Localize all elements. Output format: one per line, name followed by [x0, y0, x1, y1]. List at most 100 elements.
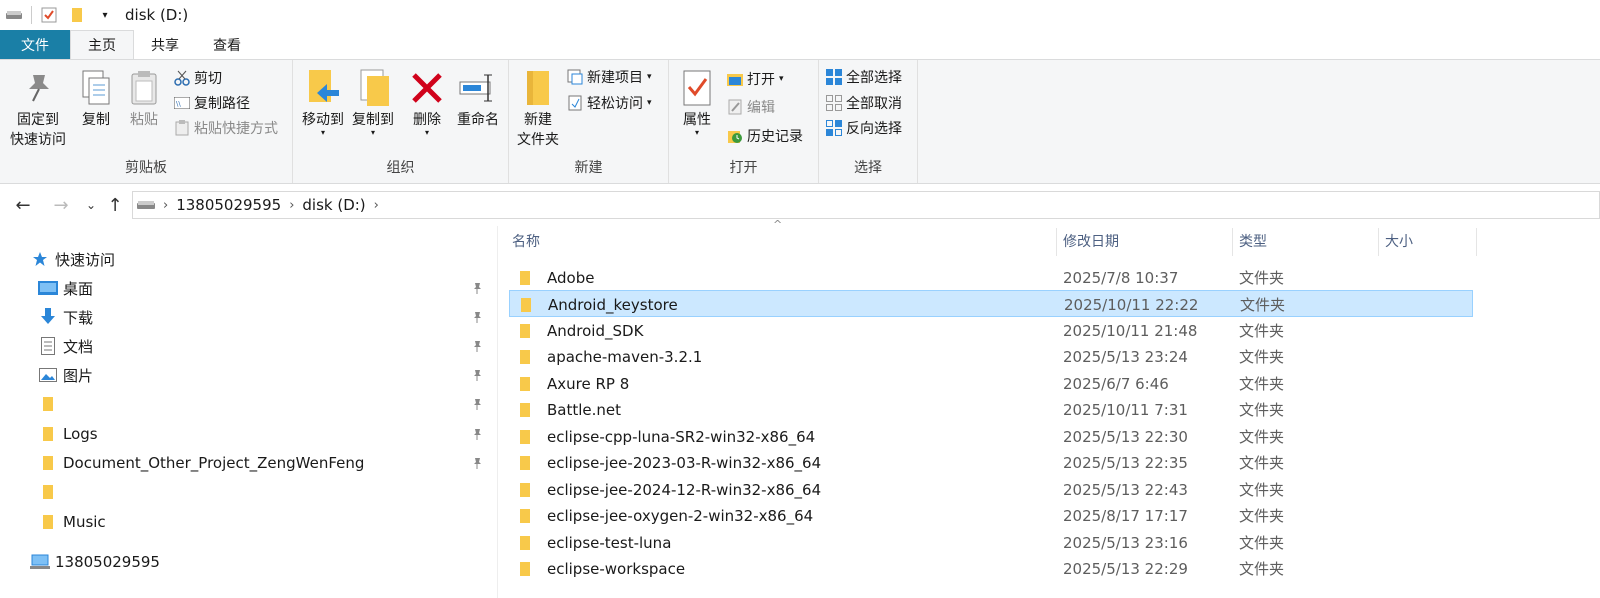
nav-item-downloads[interactable]: 下载: [0, 303, 498, 331]
delete-dropdown-icon: ▾: [424, 128, 429, 137]
folder-icon: [38, 513, 58, 531]
file-row[interactable]: Axure RP 8 2025/6/7 6:46 文件夹: [509, 370, 1473, 397]
nav-item-pictures[interactable]: 图片: [0, 361, 498, 389]
pane-divider[interactable]: [497, 226, 498, 598]
new-folder-icon[interactable]: [68, 6, 86, 24]
folder-icon: [38, 483, 58, 501]
nav-quick-access[interactable]: 快速访问: [0, 245, 498, 273]
file-row[interactable]: eclipse-jee-oxygen-2-win32-x86_64 2025/8/…: [509, 502, 1473, 529]
rename-button[interactable]: 重命名: [451, 66, 505, 130]
copy-button[interactable]: 复制: [74, 66, 118, 130]
select-all-button[interactable]: 全部选择: [825, 66, 902, 88]
file-row[interactable]: eclipse-jee-2023-03-R-win32-x86_64 2025/5…: [509, 449, 1473, 476]
forward-arrow-icon[interactable]: →: [50, 194, 72, 216]
file-row[interactable]: apache-maven-3.2.1 2025/5/13 23:24 文件夹: [509, 343, 1473, 370]
file-row[interactable]: Android_SDK 2025/10/11 21:48 文件夹: [509, 317, 1473, 344]
file-type: 文件夹: [1240, 296, 1286, 314]
column-separator[interactable]: [1378, 228, 1379, 256]
open-button[interactable]: 打开 ▾: [726, 68, 784, 90]
file-row[interactable]: Battle.net 2025/10/11 7:31 文件夹: [509, 396, 1473, 423]
breadcrumb-chevron-icon[interactable]: ›: [289, 198, 294, 213]
nav-quick-access-label: 快速访问: [55, 250, 116, 269]
nav-item-music[interactable]: Music: [0, 508, 498, 536]
pin-icon[interactable]: [470, 456, 484, 470]
pin-quick-access-button[interactable]: 固定到 快速访问: [6, 66, 70, 150]
column-separator[interactable]: [1056, 228, 1057, 256]
properties-check-icon[interactable]: [40, 6, 58, 24]
nav-this-pc[interactable]: 13805029595: [0, 548, 498, 576]
file-explorer-window: { "window": {"title": "disk (D:)"}, "tab…: [0, 0, 1600, 598]
nav-item-folder[interactable]: [0, 478, 498, 506]
breadcrumb-drive[interactable]: disk (D:): [302, 196, 365, 214]
paste-button[interactable]: 粘贴: [122, 66, 166, 130]
new-folder-button[interactable]: 新建 文件夹: [513, 66, 563, 150]
nav-item-logs[interactable]: Logs: [0, 420, 498, 448]
column-header-type[interactable]: 类型: [1236, 228, 1376, 254]
tab-share[interactable]: 共享: [134, 30, 196, 59]
ribbon: 固定到 快速访问 复制 粘贴 剪切 \\ 复制路径 粘贴快捷方式 剪贴板 移动到…: [0, 59, 1600, 184]
pin-icon[interactable]: [470, 368, 484, 382]
nav-item-desktop[interactable]: 桌面: [0, 274, 498, 302]
rename-icon: [458, 66, 498, 110]
history-button[interactable]: 历史记录: [726, 125, 803, 147]
new-item-button[interactable]: 新建项目 ▾: [566, 66, 652, 88]
properties-button[interactable]: 属性 ▾: [675, 66, 719, 137]
drive-icon: [137, 200, 155, 210]
svg-text:\\: \\: [176, 100, 181, 108]
column-header-name[interactable]: 名称: [509, 228, 1054, 254]
window-title: disk (D:): [125, 6, 189, 24]
file-type: 文件夹: [1239, 428, 1285, 446]
column-header-modified[interactable]: 修改日期: [1060, 228, 1230, 254]
file-modified: 2025/5/13 22:30: [1063, 427, 1188, 446]
tab-file[interactable]: 文件: [0, 30, 70, 59]
tab-view[interactable]: 查看: [196, 30, 258, 59]
nav-item-folder[interactable]: [0, 390, 498, 418]
select-group: 全部选择 全部取消 反向选择 选择: [819, 60, 918, 183]
paste-label: 粘贴: [130, 112, 158, 128]
edit-button[interactable]: 编辑: [726, 96, 775, 118]
back-arrow-icon[interactable]: ←: [12, 194, 34, 216]
ribbon-tabs: 文件 主页 共享 查看: [0, 30, 1600, 59]
delete-button[interactable]: 删除 ▾: [405, 66, 449, 137]
clipboard-icon: [124, 66, 164, 110]
file-row[interactable]: eclipse-test-luna 2025/5/13 23:16 文件夹: [509, 529, 1473, 556]
customize-dropdown-icon[interactable]: ▾: [96, 6, 114, 24]
column-separator[interactable]: [1476, 228, 1477, 256]
file-row[interactable]: eclipse-jee-2024-12-R-win32-x86_64 2025/5…: [509, 476, 1473, 503]
open-group: 属性 ▾ 打开 ▾ 编辑 历史记录 打开: [669, 60, 819, 183]
breadcrumb-computer[interactable]: 13805029595: [176, 196, 281, 214]
file-row[interactable]: eclipse-cpp-luna-SR2-win32-x86_64 2025/5/…: [509, 423, 1473, 450]
copy-path-button[interactable]: \\ 复制路径: [173, 92, 250, 114]
folder-icon: [38, 395, 58, 413]
nav-item-document-project[interactable]: Document_Other_Project_ZengWenFeng: [0, 449, 498, 477]
copy-to-button[interactable]: 复制到 ▾: [348, 66, 398, 137]
pin-icon[interactable]: [470, 339, 484, 353]
file-type: 文件夹: [1239, 322, 1285, 340]
paste-shortcut-button[interactable]: 粘贴快捷方式: [173, 117, 278, 139]
breadcrumb-chevron-icon[interactable]: ›: [374, 198, 379, 213]
copy-icon: [76, 66, 116, 110]
cut-button[interactable]: 剪切: [173, 67, 222, 89]
select-none-button[interactable]: 全部取消: [825, 92, 902, 114]
file-row[interactable]: eclipse-workspace 2025/5/13 22:29 文件夹: [509, 555, 1473, 582]
file-row-selected[interactable]: Android_keystore 2025/10/11 22:22 文件夹: [509, 290, 1473, 317]
address-bar[interactable]: › 13805029595 › disk (D:) ›: [132, 191, 1600, 219]
recent-locations-chevron-icon[interactable]: ⌄: [80, 194, 102, 216]
move-to-button[interactable]: 移动到 ▾: [298, 66, 348, 137]
file-row[interactable]: Adobe 2025/7/8 10:37 文件夹: [509, 264, 1473, 291]
column-header-size[interactable]: 大小: [1382, 228, 1472, 254]
invert-selection-button[interactable]: 反向选择: [825, 117, 902, 139]
folder-icon: [38, 425, 58, 443]
pin-icon[interactable]: [470, 397, 484, 411]
breadcrumb-chevron-icon[interactable]: ›: [163, 198, 168, 213]
tab-home[interactable]: 主页: [70, 30, 134, 59]
pin-icon[interactable]: [470, 281, 484, 295]
nav-item-documents[interactable]: 文档: [0, 332, 498, 360]
pin-icon[interactable]: [470, 310, 484, 324]
up-arrow-icon[interactable]: ↑: [104, 194, 126, 216]
easy-access-label: 轻松访问: [587, 96, 643, 112]
pin-icon: [18, 66, 58, 110]
column-separator[interactable]: [1232, 228, 1233, 256]
easy-access-button[interactable]: 轻松访问 ▾: [566, 92, 652, 114]
pin-icon[interactable]: [470, 427, 484, 441]
